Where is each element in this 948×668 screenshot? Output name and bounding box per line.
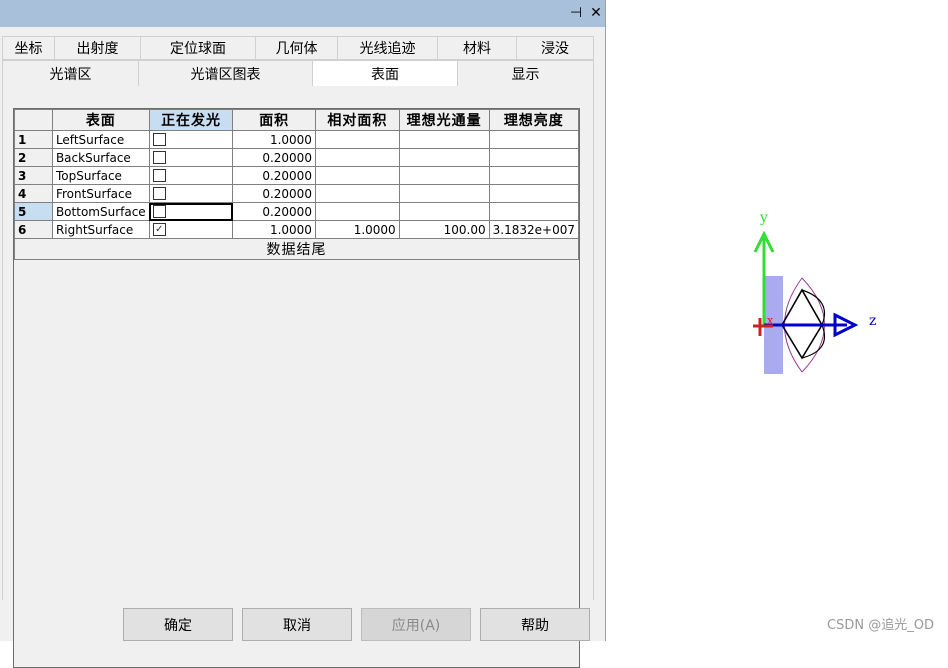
surface-grid[interactable]: 表面 正在发光 面积 相对面积 理想光通量 理想亮度 1 LeftSurface 1… (13, 108, 580, 668)
table-row[interactable]: 3 TopSurface 0.20000 (14, 166, 580, 185)
tab-row-2: 光谱区 光谱区图表 表面 显示 (2, 60, 594, 87)
ideal-flux-cell[interactable] (398, 202, 490, 221)
tab-material[interactable]: 材料 (437, 36, 516, 60)
row-index[interactable]: 6 (14, 220, 53, 239)
tab-surfaces[interactable]: 表面 (312, 60, 457, 87)
relative-area-cell[interactable]: 1.0000 (314, 220, 400, 239)
ideal-luminance-cell[interactable]: 3.1832e+007 (488, 220, 580, 239)
surface-table: 表面 正在发光 面积 相对面积 理想光通量 理想亮度 1 LeftSurface 1… (14, 109, 580, 260)
col-header-emitting[interactable]: 正在发光 (148, 109, 234, 131)
col-header-area[interactable]: 面积 (232, 109, 316, 131)
surface-name-cell[interactable]: BackSurface (51, 148, 150, 167)
relative-area-cell[interactable] (314, 184, 400, 203)
surface-name-cell[interactable]: RightSurface (51, 220, 150, 239)
emitting-checkbox[interactable] (152, 132, 166, 146)
3d-viewport[interactable]: y z x CSDN @追光_OD (607, 0, 948, 641)
col-header-ideal-luminance[interactable]: 理想亮度 (488, 109, 580, 131)
emitting-cell[interactable] (148, 130, 234, 149)
relative-area-cell[interactable] (314, 130, 400, 149)
table-row[interactable]: 1 LeftSurface 1.0000 (14, 130, 580, 149)
row-index[interactable]: 4 (14, 184, 53, 203)
ideal-flux-cell[interactable] (398, 130, 490, 149)
emitting-checkbox[interactable] (152, 204, 166, 218)
tab-content-area: 表面 正在发光 面积 相对面积 理想光通量 理想亮度 1 LeftSurface 1… (2, 86, 594, 668)
relative-area-cell[interactable] (314, 202, 400, 221)
row-index[interactable]: 5 (14, 202, 53, 221)
area-cell[interactable]: 1.0000 (232, 130, 316, 149)
area-cell[interactable]: 1.0000 (232, 220, 316, 239)
area-cell[interactable]: 0.20000 (232, 202, 316, 221)
tab-raytrace[interactable]: 光线追迹 (337, 36, 437, 60)
tab-coordinates[interactable]: 坐标 (2, 36, 54, 60)
cancel-button[interactable]: 取消 (242, 608, 352, 641)
ideal-luminance-cell[interactable] (488, 202, 580, 221)
table-row[interactable]: 4 FrontSurface 0.20000 (14, 184, 580, 203)
ideal-flux-cell[interactable]: 100.00 (398, 220, 490, 239)
tab-row-1: 坐标 出射度 定位球面 几何体 光线追迹 材料 浸没 (2, 36, 594, 60)
tab-immersion[interactable]: 浸没 (516, 36, 594, 60)
col-header-ideal-flux[interactable]: 理想光通量 (398, 109, 490, 131)
apply-button[interactable]: 应用(A) (361, 608, 471, 641)
scene-svg: y z x (753, 210, 876, 374)
area-cell[interactable]: 0.20000 (232, 166, 316, 185)
ideal-flux-cell[interactable] (398, 166, 490, 185)
relative-area-cell[interactable] (314, 148, 400, 167)
surface-name-cell[interactable]: BottomSurface (51, 202, 150, 221)
ideal-luminance-cell[interactable] (488, 166, 580, 185)
emitting-checkbox[interactable] (152, 168, 166, 182)
close-icon[interactable]: ✕ (588, 3, 604, 23)
watermark: CSDN @追光_OD (827, 618, 934, 633)
ok-button[interactable]: 确定 (123, 608, 233, 641)
surface-name-cell[interactable]: LeftSurface (51, 130, 150, 149)
y-axis-label: y (759, 210, 768, 226)
tab-geometry[interactable]: 几何体 (255, 36, 337, 60)
ideal-luminance-cell[interactable] (488, 130, 580, 149)
ideal-flux-cell[interactable] (398, 184, 490, 203)
emitting-cell[interactable]: ✓ (148, 220, 234, 239)
ideal-luminance-cell[interactable] (488, 184, 580, 203)
table-header-row: 表面 正在发光 面积 相对面积 理想光通量 理想亮度 (14, 109, 580, 131)
help-button[interactable]: 帮助 (480, 608, 590, 641)
emitting-cell[interactable] (148, 202, 234, 221)
row-index[interactable]: 3 (14, 166, 53, 185)
x-axis-label: x (767, 314, 774, 327)
tab-display[interactable]: 显示 (457, 60, 594, 87)
area-cell[interactable]: 0.20000 (232, 184, 316, 203)
surface-properties-panel: ⊣ ✕ 坐标 出射度 定位球面 几何体 光线追迹 材料 浸没 光谱区 光谱区图表… (0, 0, 606, 668)
emitting-checkbox[interactable] (152, 186, 166, 200)
emitting-checkbox[interactable] (152, 150, 166, 164)
surface-name-cell[interactable]: TopSurface (51, 166, 150, 185)
relative-area-cell[interactable] (314, 166, 400, 185)
tab-emittance[interactable]: 出射度 (54, 36, 140, 60)
ideal-luminance-cell[interactable] (488, 148, 580, 167)
tab-aim-sphere[interactable]: 定位球面 (140, 36, 255, 60)
col-header-index (14, 109, 53, 131)
pin-icon[interactable]: ⊣ (568, 3, 584, 23)
row-index[interactable]: 1 (14, 130, 53, 149)
emitting-cell[interactable] (148, 166, 234, 185)
col-header-rel-area[interactable]: 相对面积 (314, 109, 400, 131)
emitting-checkbox[interactable]: ✓ (152, 222, 166, 236)
area-cell[interactable]: 0.20000 (232, 148, 316, 167)
z-axis-label: z (869, 313, 876, 329)
table-row[interactable]: 6 RightSurface ✓ 1.0000 1.0000 100.00 3.1832e+… (14, 220, 580, 239)
end-of-data-label: 数据结尾 (14, 238, 579, 260)
emitting-cell[interactable] (148, 148, 234, 167)
table-end-row: 数据结尾 (14, 238, 579, 260)
table-row[interactable]: 2 BackSurface 0.20000 (14, 148, 580, 167)
emitting-cell[interactable] (148, 184, 234, 203)
table-row[interactable]: 5 BottomSurface 0.20000 (14, 202, 580, 221)
tab-spectral-region[interactable]: 光谱区 (2, 60, 138, 87)
ideal-flux-cell[interactable] (398, 148, 490, 167)
surface-name-cell[interactable]: FrontSurface (51, 184, 150, 203)
tab-spectral-region-chart[interactable]: 光谱区图表 (138, 60, 312, 87)
panel-titlebar: ⊣ ✕ (0, 0, 605, 27)
row-index[interactable]: 2 (14, 148, 53, 167)
col-header-surface[interactable]: 表面 (51, 109, 150, 131)
